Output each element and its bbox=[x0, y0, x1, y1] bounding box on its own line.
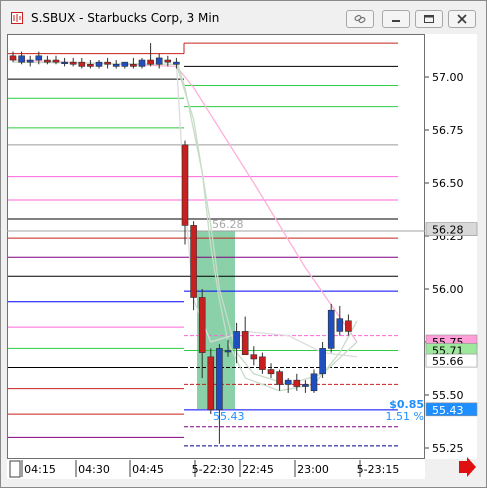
time-tick-label-6: 5-23:15 bbox=[357, 463, 400, 476]
candle-body-6 bbox=[61, 61, 68, 64]
candle-body-35 bbox=[310, 373, 318, 392]
candle-body-34 bbox=[302, 384, 309, 387]
price-tick-label-0: 57.00 bbox=[432, 71, 464, 84]
candle-body-13 bbox=[121, 61, 129, 67]
price-tick-label-1: 56.75 bbox=[432, 124, 464, 137]
time-tick-label-1: 04:30 bbox=[78, 463, 110, 476]
candle-body-22 bbox=[198, 297, 206, 353]
time-tick-labels: 04:15 04:30 04:45 5-22:30 22:45 23:00 5-23:15 bbox=[21, 460, 400, 477]
time-tick-label-5: 23:00 bbox=[297, 463, 329, 476]
candle-body-3 bbox=[35, 55, 43, 61]
candles bbox=[9, 43, 352, 444]
candle-body-27 bbox=[241, 331, 249, 356]
candle-body-28 bbox=[250, 354, 258, 360]
candle-body-30 bbox=[267, 369, 275, 375]
candle-body-32 bbox=[284, 379, 292, 385]
price-markers: 56.2855.7555.7155.6655.43 bbox=[425, 222, 478, 417]
candle-body-17 bbox=[155, 57, 163, 65]
candle-body-37 bbox=[327, 309, 335, 349]
price-marker-label-4: 55.43 bbox=[432, 404, 464, 417]
price-marker-label-0: 56.28 bbox=[432, 224, 464, 237]
candle-body-7 bbox=[69, 61, 77, 65]
candle-body-24 bbox=[216, 348, 223, 411]
price-tick-label-2: 56.50 bbox=[432, 177, 464, 190]
candle-body-33 bbox=[293, 379, 301, 387]
time-tick-label-0: 04:15 bbox=[24, 463, 56, 476]
candle-body-31 bbox=[276, 371, 283, 385]
candle-body-15 bbox=[138, 59, 146, 67]
candle-body-12 bbox=[112, 63, 120, 67]
candle-body-18 bbox=[164, 59, 172, 63]
candle-body-26 bbox=[233, 331, 240, 349]
price-tick-label-4: 56.00 bbox=[432, 283, 464, 296]
price-marker-label-3: 55.66 bbox=[432, 355, 464, 368]
price-tick-label-6: 55.50 bbox=[432, 389, 464, 402]
candle-body-5 bbox=[52, 59, 60, 63]
candle-body-1 bbox=[18, 55, 25, 63]
price-tick-label-7: 55.25 bbox=[432, 442, 464, 455]
candle-body-25 bbox=[224, 350, 232, 353]
measure-bottom-price: 55.43 bbox=[213, 410, 245, 423]
arrow-right-icon[interactable] bbox=[459, 457, 476, 477]
candle-body-19 bbox=[173, 61, 180, 65]
candle-body-8 bbox=[78, 61, 86, 67]
candle-body-21 bbox=[190, 225, 197, 298]
candle-body-39 bbox=[345, 320, 352, 332]
candle-body-14 bbox=[130, 63, 137, 67]
candle-body-20 bbox=[181, 144, 189, 226]
candle-body-9 bbox=[87, 63, 94, 67]
chart-canvas: 56.28 55.43 $0.85 1.51 % 57.0056.7556.50… bbox=[7, 42, 478, 478]
candle-body-36 bbox=[319, 348, 326, 375]
candle-body-10 bbox=[95, 61, 103, 67]
candle-body-4 bbox=[44, 59, 51, 63]
time-tick-label-2: 04:45 bbox=[132, 463, 164, 476]
candle-body-29 bbox=[259, 356, 266, 370]
candle-body-0 bbox=[9, 55, 17, 61]
candle-body-23 bbox=[207, 356, 215, 411]
time-axis-scroll-box[interactable] bbox=[9, 460, 21, 478]
time-tick-label-4: 22:45 bbox=[242, 463, 274, 476]
candle-body-38 bbox=[336, 318, 344, 332]
candle-body-11 bbox=[104, 61, 111, 65]
candle-body-16 bbox=[147, 59, 154, 65]
time-tick-label-3: 5-22:30 bbox=[192, 463, 235, 476]
measure-change-percent: 1.51 % bbox=[386, 410, 424, 423]
measure-top-price: 56.28 bbox=[212, 218, 244, 231]
candle-body-2 bbox=[26, 59, 34, 63]
price-tick-labels: 57.0056.7556.5056.2556.0055.7555.5055.25 bbox=[425, 71, 464, 455]
